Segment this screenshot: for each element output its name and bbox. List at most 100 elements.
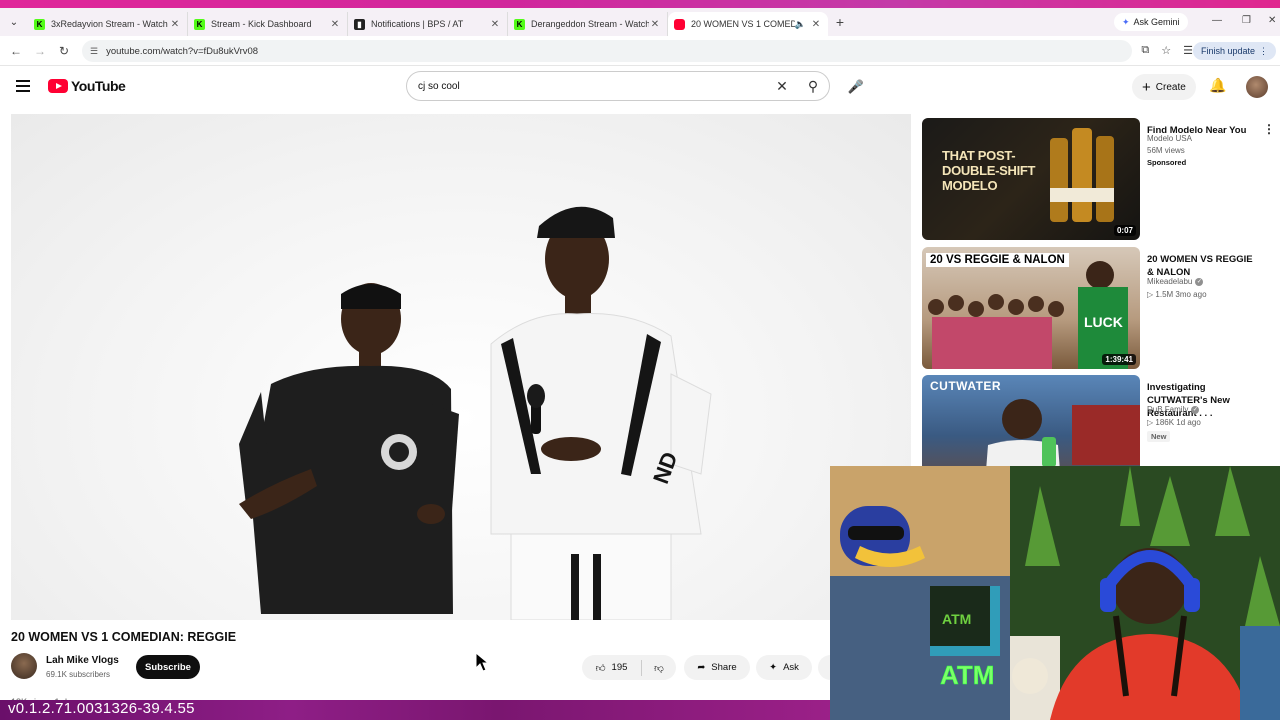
notifications-bell-icon[interactable]: 🔔 [1209, 77, 1226, 94]
reading-list-icon[interactable]: ☰ [1183, 44, 1193, 57]
account-avatar[interactable] [1246, 76, 1268, 98]
like-dislike-group: 👍︎ 195 👎︎ [582, 655, 676, 680]
video-duration: 0:07 [1113, 225, 1136, 236]
video-duration: 1:39:41 [1102, 354, 1136, 365]
share-button[interactable]: ➦ Share [684, 655, 750, 680]
like-count: 195 [611, 662, 628, 673]
tab-notifications[interactable]: ▮ Notifications | BPS / AT ✕ [348, 12, 508, 36]
ask-label: Ask [783, 662, 799, 673]
kick-icon: K [194, 18, 205, 30]
youtube-icon [674, 18, 685, 30]
sparkle-icon: ✦ [1122, 16, 1130, 27]
browser-address-bar: ← → ↻ ☰ youtube.com/watch?v=fDu8ukVrv08 … [0, 36, 1280, 66]
svg-text:LUCK: LUCK [1084, 314, 1123, 330]
video-frame-people: ND [239, 206, 712, 620]
sparkle-icon: ✦ [769, 662, 778, 673]
like-button[interactable]: 👍︎ 195 [582, 659, 642, 676]
bookmark-star-icon[interactable]: ☆ [1161, 44, 1171, 57]
recommendation-title[interactable]: Investigating CUTWATER's New Restaurant … [1147, 381, 1259, 420]
recommendation-channel[interactable]: Mikeadelabu ✓ [1147, 277, 1204, 286]
install-app-icon[interactable]: ⧉ [1141, 44, 1149, 57]
more-vertical-icon[interactable]: ⋮ [1263, 122, 1275, 136]
restore-icon[interactable]: ❐ [1242, 15, 1251, 26]
recommendation-item[interactable]: LUCK 20 VS REGGIE & NALON 1:39:41 20 WOM… [922, 247, 1280, 369]
more-vertical-icon[interactable]: ⋮ [1259, 46, 1268, 57]
youtube-masthead: YouTube cj so cool ✕ ⚲ 🎤 + Create 🔔 [0, 66, 1280, 108]
person-right: ND [490, 206, 712, 620]
recommendation-title[interactable]: 20 WOMEN VS REGGIE & NALON [1147, 253, 1259, 279]
video-player[interactable]: ND [11, 114, 911, 620]
recommendation-meta: ▷ 1.5M 3mo ago [1147, 290, 1207, 299]
minimize-icon[interactable]: — [1212, 15, 1222, 26]
site-info-icon[interactable]: ☰ [90, 46, 98, 57]
tab-derangeddon[interactable]: K Derangeddon Stream - Watch L ✕ [508, 12, 668, 36]
tab-search-chevron-icon[interactable]: ⌄ [0, 8, 28, 36]
tab-label: 3xRedayvion Stream - Watch Li [51, 19, 169, 29]
search-icon[interactable]: ⚲ [797, 78, 829, 95]
channel-name[interactable]: Lah Mike Vlogs [46, 655, 119, 666]
tab-youtube-video[interactable]: 20 WOMEN VS 1 COMEDIA 🔈 ✕ [668, 12, 828, 36]
clapperboard-icon: ▮ [354, 18, 365, 30]
recommendation-item[interactable]: THAT POST-DOUBLE-SHIFT MODELO 0:07 Find … [922, 118, 1280, 240]
close-icon[interactable]: ✕ [489, 19, 501, 30]
youtube-wordmark: YouTube [71, 78, 126, 94]
channel-avatar[interactable] [11, 653, 37, 679]
microphone-icon[interactable]: 🎤 [842, 73, 870, 101]
close-icon[interactable]: ✕ [649, 19, 661, 30]
tab-kick-dashboard[interactable]: K Stream - Kick Dashboard ✕ [188, 12, 348, 36]
clear-search-icon[interactable]: ✕ [767, 78, 797, 95]
back-arrow-icon[interactable]: ← [4, 44, 28, 58]
share-label: Share [711, 662, 737, 673]
recommendation-item[interactable]: CUTWATER Investigating CUTWATER's New Re… [922, 375, 1280, 467]
channel-label: DuB Family [1147, 405, 1189, 414]
recommendation-channel[interactable]: Modelo USA [1147, 134, 1192, 143]
kick-icon: K [514, 18, 525, 30]
youtube-play-icon [48, 79, 68, 93]
speaker-icon[interactable]: 🔈 [795, 19, 806, 30]
tab-3xredayvion[interactable]: K 3xRedayvion Stream - Watch Li ✕ [28, 12, 188, 36]
new-badge: New [1147, 431, 1171, 442]
browser-tab-strip: ⌄ K 3xRedayvion Stream - Watch Li ✕ K St… [0, 8, 1280, 36]
play-mini-icon: ▷ [1147, 418, 1154, 427]
url-bar[interactable]: ☰ youtube.com/watch?v=fDu8ukVrv08 [82, 40, 1132, 62]
thumbnail-text: 20 VS REGGIE & NALON [926, 253, 1069, 267]
recommendation-channel[interactable]: DuB Family ✓ [1147, 405, 1200, 414]
video-thumbnail[interactable]: THAT POST-DOUBLE-SHIFT MODELO 0:07 [922, 118, 1140, 240]
share-arrow-icon: ➦ [697, 662, 706, 673]
reload-icon[interactable]: ↻ [52, 44, 76, 58]
webcam-scene: ATM ATM [830, 466, 1280, 720]
tab-label: 20 WOMEN VS 1 COMEDIA [691, 19, 795, 29]
forward-arrow-icon[interactable]: → [28, 44, 52, 58]
close-icon[interactable]: ✕ [810, 19, 822, 30]
create-button[interactable]: + Create [1132, 74, 1196, 100]
url-text: youtube.com/watch?v=fDu8ukVrv08 [106, 45, 259, 57]
play-mini-icon: ▷ [1147, 290, 1154, 299]
ask-gemini-button[interactable]: ✦ Ask Gemini [1114, 13, 1188, 31]
verified-check-icon: ✓ [1191, 405, 1200, 414]
video-title: 20 WOMEN VS 1 COMEDIAN: REGGIE [11, 630, 237, 644]
new-tab-button[interactable]: + [828, 14, 852, 30]
streamer-webcam-overlay: ATM ATM [830, 466, 1280, 720]
sponsored-badge: Sponsored [1147, 158, 1187, 167]
thumbnail-text: THAT POST-DOUBLE-SHIFT MODELO [942, 148, 1036, 193]
youtube-logo[interactable]: YouTube [48, 78, 126, 94]
search-input[interactable]: cj so cool [407, 81, 767, 92]
channel-label: Mikeadelabu [1147, 277, 1193, 286]
close-window-icon[interactable]: ✕ [1268, 15, 1276, 26]
tab-label: Stream - Kick Dashboard [211, 19, 312, 29]
video-thumbnail[interactable]: CUTWATER [922, 375, 1140, 467]
subscribe-button[interactable]: Subscribe [136, 655, 200, 679]
svg-text:ATM: ATM [940, 660, 994, 690]
version-overlay-text: v0.1.2.71.0031326-39.4.55 [8, 700, 195, 717]
person-left [239, 283, 459, 614]
close-icon[interactable]: ✕ [329, 19, 341, 30]
svg-text:ATM: ATM [942, 611, 971, 627]
search-box: cj so cool ✕ ⚲ [406, 71, 830, 101]
finish-update-button[interactable]: Finish update ⋮ [1192, 42, 1276, 60]
ask-button[interactable]: ✦ Ask [756, 655, 812, 680]
plus-icon: + [1142, 78, 1151, 96]
video-thumbnail[interactable]: LUCK 20 VS REGGIE & NALON 1:39:41 [922, 247, 1140, 369]
dislike-button[interactable]: 👎︎ [642, 662, 676, 674]
menu-icon[interactable] [16, 80, 30, 92]
close-icon[interactable]: ✕ [169, 19, 181, 30]
